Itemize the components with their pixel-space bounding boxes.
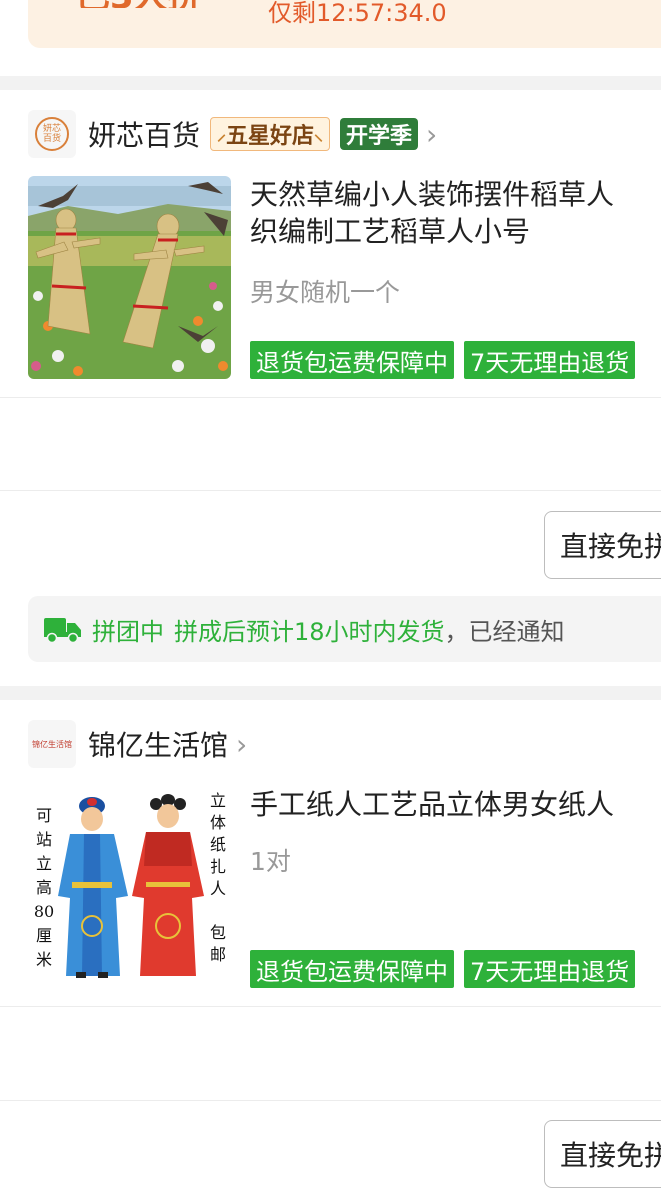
product-title[interactable]: 天然草编小人装饰摆件稻草人 织编制工艺稻草人小号 [250,176,661,250]
product-image[interactable]: 可 站 立 高 80 厘 米 立 体 纸 扎 人 包 邮 [28,786,231,989]
shipping-status: 拼团中 [92,617,164,646]
product-title[interactable]: 手工纸人工艺品立体男女纸人 [250,786,661,823]
straw-doll-illustration [28,176,231,379]
divider [0,1006,661,1007]
shop-name[interactable]: 妍芯百货 [88,114,200,154]
truck-icon [44,618,81,644]
chevron-right-icon[interactable]: › [426,118,437,151]
shop-header-1[interactable]: 妍芯 百货 妍芯百货 ⸝ 五星好店 ⸜ 开学季 › [28,108,661,160]
product-image[interactable] [28,176,231,379]
divider [0,397,661,398]
skip-group-button[interactable]: 直接免拼 [544,1120,661,1188]
laurel-icon: ⸝ [217,124,227,145]
paper-figures-illustration [58,794,204,978]
product-spec: 1对 [250,847,291,876]
return-shipping-tag: 退货包运费保障中 [250,341,454,379]
shop-header-2[interactable]: 锦亿生活馆 锦亿生活馆 › [28,718,661,770]
countdown-timer: 仅剩12:57:34.0 [268,0,447,27]
section-separator [0,76,661,90]
chevron-right-icon[interactable]: › [236,728,247,761]
product-spec: 男女随机一个 [250,278,401,307]
banner-headline: 已3人拼 [76,0,202,8]
service-tags: 退货包运费保障中 7天无理由退货 [250,950,636,988]
divider [0,490,661,491]
section-separator [0,686,661,700]
season-badge: 开学季 [340,118,419,150]
shipping-status-bar[interactable]: 拼团中 拼成后预计18小时内发货 ，已经通知 [28,596,661,662]
service-tags: 退货包运费保障中 7天无理由退货 [250,341,636,379]
skip-group-button[interactable]: 直接免拼 [544,511,661,579]
shop-logo: 妍芯 百货 [28,110,76,158]
shipping-detail: 拼成后预计18小时内发货 [174,617,445,646]
image-caption-right: 立 体 纸 扎 人 包 邮 [209,791,226,964]
seven-day-return-tag: 7天无理由退货 [464,950,636,988]
shipping-extra: ，已经通知 [444,617,565,646]
group-buy-banner: 已3人拼 仅剩12:57:34.0 [28,0,661,48]
shop-name[interactable]: 锦亿生活馆 [88,724,228,764]
return-shipping-tag: 退货包运费保障中 [250,950,454,988]
five-star-shop-badge: ⸝ 五星好店 ⸜ [210,117,331,151]
shop-logo: 锦亿生活馆 [28,720,76,768]
laurel-icon: ⸜ [314,124,324,145]
seven-day-return-tag: 7天无理由退货 [464,341,636,379]
divider [0,1100,661,1101]
